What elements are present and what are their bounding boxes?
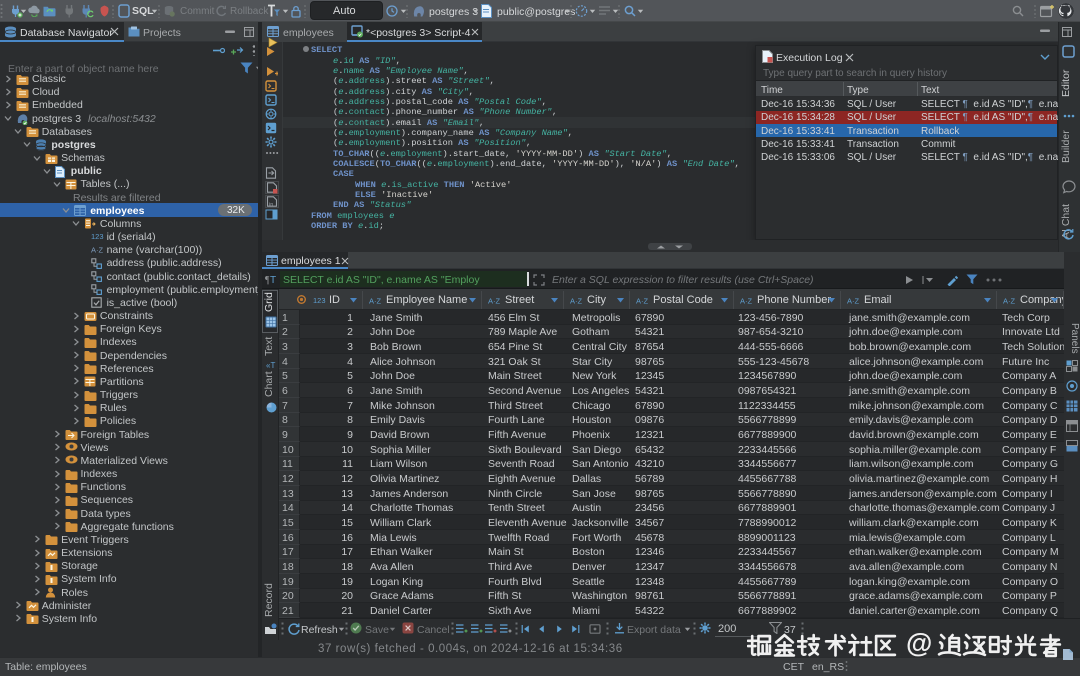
svg-text:A·Z: A·Z <box>740 297 753 306</box>
svg-text:A·Z: A·Z <box>636 297 649 306</box>
svg-text:A·Z: A·Z <box>1003 297 1016 306</box>
svg-text:in: in <box>269 202 273 208</box>
svg-text:123: 123 <box>313 296 326 304</box>
svg-text:A·Z: A·Z <box>488 297 501 306</box>
svg-text:«T: «T <box>266 361 275 370</box>
svg-text:T: T <box>270 275 276 285</box>
svg-text:A·Z: A·Z <box>847 297 860 306</box>
svg-text:123: 123 <box>91 232 104 240</box>
svg-text:A·Z: A·Z <box>91 245 104 254</box>
svg-text:A·Z: A·Z <box>570 297 583 306</box>
svg-text:A·Z: A·Z <box>369 297 382 306</box>
